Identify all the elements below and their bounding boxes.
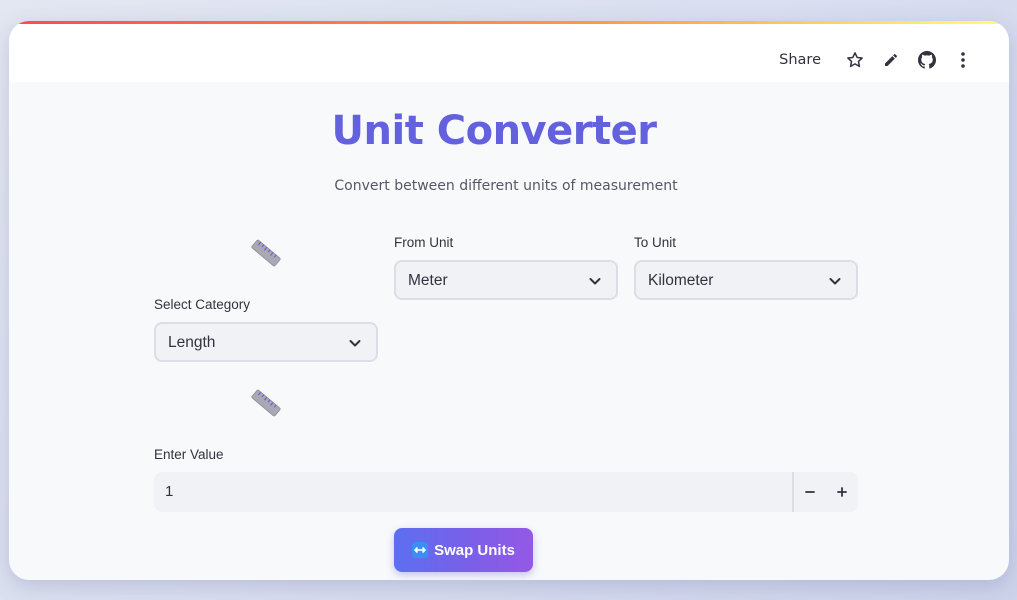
value-input[interactable]: 1 — [154, 472, 794, 512]
chevron-down-icon — [829, 278, 841, 285]
chevron-down-icon — [349, 340, 361, 347]
ruler-icon — [246, 383, 286, 423]
page-title: Unit Converter — [331, 108, 657, 154]
header-actions: Share — [779, 48, 981, 72]
category-select[interactable]: Length — [154, 322, 378, 362]
to-unit-value: Kilometer — [648, 272, 714, 289]
chevron-down-icon — [589, 278, 601, 285]
github-icon[interactable] — [909, 48, 945, 72]
from-unit-label: From Unit — [394, 235, 454, 250]
app-header: Share — [9, 24, 1009, 82]
share-button[interactable]: Share — [779, 52, 821, 68]
ruler-icon — [246, 233, 286, 273]
from-unit-select[interactable]: Meter — [394, 260, 618, 300]
swap-units-button[interactable]: Swap Units — [394, 528, 533, 572]
category-value: Length — [168, 334, 216, 351]
value-label: Enter Value — [154, 447, 224, 462]
value-input-text: 1 — [165, 483, 174, 500]
page-subtitle: Convert between different units of measu… — [334, 178, 678, 194]
swap-units-label: Swap Units — [434, 541, 515, 559]
left-right-arrow-icon — [412, 542, 429, 558]
app-card: Share Unit Converter Convert between dif… — [9, 21, 1009, 580]
decrement-button[interactable] — [794, 472, 826, 512]
star-icon[interactable] — [837, 48, 873, 72]
to-unit-label: To Unit — [634, 235, 677, 250]
from-unit-value: Meter — [408, 272, 448, 289]
pencil-icon[interactable] — [873, 48, 909, 72]
to-unit-select[interactable]: Kilometer — [634, 260, 858, 300]
increment-button[interactable] — [826, 472, 858, 512]
plus-icon — [837, 487, 847, 497]
category-label: Select Category — [154, 297, 251, 312]
kebab-menu-icon[interactable] — [945, 48, 981, 72]
minus-icon — [805, 491, 815, 493]
